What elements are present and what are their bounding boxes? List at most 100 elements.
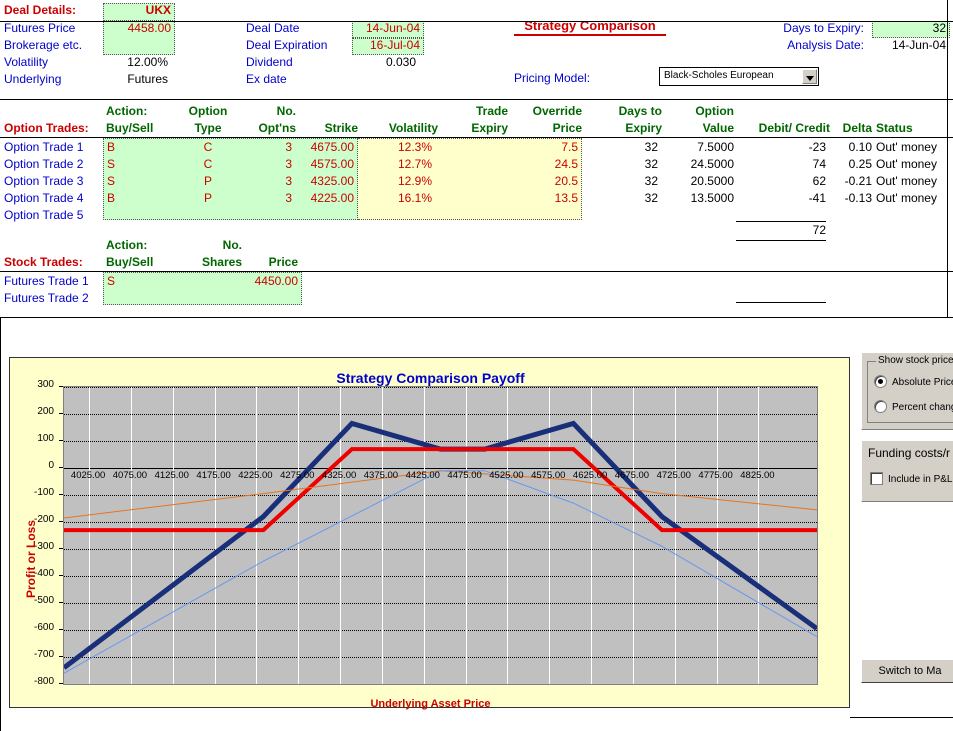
deal-date-label: Deal Date xyxy=(246,21,300,35)
payoff-chart-panel: Strategy Comparison Payoff 300 200 100 0 -10… xyxy=(9,357,850,710)
option-trade-num[interactable]: 3 xyxy=(238,139,292,156)
option-trade-type[interactable]: C xyxy=(178,156,238,173)
option-trade-action[interactable]: B xyxy=(107,139,115,156)
option-trade-label: Option Trade 5 xyxy=(4,208,84,222)
option-trade-num[interactable]: 3 xyxy=(238,190,292,207)
stock-header-shares: Shares xyxy=(201,255,242,269)
option-trade-delta: 0.10 xyxy=(848,140,872,154)
option-trade-override-price[interactable]: 20.5 xyxy=(508,173,578,190)
option-trade-type[interactable]: P xyxy=(178,173,238,190)
option-header-no: No. xyxy=(276,104,296,118)
option-trade-label: Option Trade 3 xyxy=(4,174,84,188)
stock-header-price: Price xyxy=(268,255,298,269)
option-trade-status: Out' money xyxy=(876,191,937,205)
option-trade-debit-credit: 62 xyxy=(812,174,826,188)
radio-absolute-price-label: Absolute Price xyxy=(892,377,953,388)
option-header-strike: Strike xyxy=(324,121,358,135)
option-trade-strike[interactable]: 4225.00 xyxy=(292,190,354,207)
chart-y-tick-mark xyxy=(59,629,63,630)
option-trade-strike[interactable]: 4325.00 xyxy=(292,173,354,190)
option-total-debit-credit: 72 xyxy=(812,223,826,237)
option-header-days-expiry: Expiry xyxy=(625,121,662,135)
chart-y-tick-label: 200 xyxy=(37,406,54,417)
days-to-expiry-value: 32 xyxy=(932,21,946,35)
include-in-pl-checkbox[interactable] xyxy=(870,472,883,485)
option-header-optns: Opt'ns xyxy=(258,121,296,135)
underlying-label: Underlying xyxy=(4,72,62,86)
option-trade-delta: -0.13 xyxy=(844,191,872,205)
option-header-days-to: Days to xyxy=(618,104,662,118)
chart-y-tick-mark xyxy=(59,440,63,441)
chart-y-tick-mark xyxy=(59,575,63,576)
option-header-delta: Delta xyxy=(842,121,872,135)
chart-y-tick-label: 0 xyxy=(48,460,54,471)
option-header-value: Value xyxy=(702,121,734,135)
option-header-status: Status xyxy=(876,121,913,135)
dividend-label: Dividend xyxy=(246,55,293,69)
option-trade-type[interactable]: C xyxy=(178,139,238,156)
stock-total-rule xyxy=(736,302,826,303)
chart-y-tick-mark xyxy=(59,467,63,468)
radio-absolute-price[interactable] xyxy=(874,375,887,388)
option-trade-action[interactable]: S xyxy=(107,173,115,190)
stock-trade-action[interactable]: S xyxy=(107,273,115,290)
option-header-option-2: Option xyxy=(695,104,734,118)
chart-y-tick-label: 300 xyxy=(37,379,54,390)
option-trade-override-price[interactable]: 13.5 xyxy=(508,190,578,207)
radio-percent-change-label: Percent change xyxy=(892,402,953,413)
futures-price-label: Futures Price xyxy=(4,21,76,35)
option-trade-num[interactable]: 3 xyxy=(238,173,292,190)
option-trade-volatility[interactable]: 12.9% xyxy=(362,173,432,190)
option-trade-days-to-expiry: 32 xyxy=(644,191,658,205)
option-trade-delta: 0.25 xyxy=(848,157,872,171)
option-header-volatility: Volatility xyxy=(388,121,438,135)
pricing-model-value: Black-Scholes European xyxy=(664,70,774,81)
option-trade-debit-credit: 74 xyxy=(812,157,826,171)
pricing-model-dropdown[interactable]: Black-Scholes European xyxy=(659,67,819,86)
analysis-date-label: Analysis Date: xyxy=(787,38,864,52)
option-trade-label: Option Trade 4 xyxy=(4,191,84,205)
option-trade-volatility[interactable]: 12.7% xyxy=(362,156,432,173)
divider-left-edge xyxy=(0,317,1,731)
option-trade-value: 20.5000 xyxy=(690,174,734,188)
option-trades-title: Option Trades: xyxy=(4,121,89,135)
option-header-trade-expiry: Expiry xyxy=(471,121,508,135)
underlying-value: Futures xyxy=(127,72,168,86)
option-trade-value: 7.5000 xyxy=(697,140,734,154)
option-trade-type[interactable]: P xyxy=(178,190,238,207)
option-trade-strike[interactable]: 4675.00 xyxy=(292,139,354,156)
chart-x-tick-label: 4825.00 xyxy=(740,470,775,481)
chart-y-tick-mark xyxy=(59,602,63,603)
days-to-expiry-label: Days to Expiry: xyxy=(783,21,864,35)
switch-to-main-button[interactable]: Switch to Ma xyxy=(861,659,953,683)
brokerage-label: Brokerage etc. xyxy=(4,38,83,52)
chart-series-line xyxy=(64,447,817,533)
option-trade-label: Option Trade 1 xyxy=(4,140,84,154)
option-trade-volatility[interactable]: 12.3% xyxy=(362,139,432,156)
option-header-override: Override xyxy=(532,104,582,118)
option-header-action: Action: xyxy=(106,104,148,118)
option-header-type: Type xyxy=(194,121,222,135)
chart-title: Strategy Comparison Payoff xyxy=(336,370,525,386)
radio-percent-change[interactable] xyxy=(874,400,887,413)
option-trade-action[interactable]: S xyxy=(107,156,115,173)
option-trade-value: 24.5000 xyxy=(690,157,734,171)
spreadsheet-application: Deal Details: UKX Futures Price 4458.00 … xyxy=(0,0,953,731)
chart-y-tick-mark xyxy=(59,521,63,522)
underlying-code-value: UKX xyxy=(145,3,171,17)
option-header-override-price: Price xyxy=(552,121,582,135)
chart-plot-area xyxy=(63,386,818,685)
option-trade-override-price[interactable]: 24.5 xyxy=(508,156,578,173)
chart-y-tick-mark xyxy=(59,413,63,414)
option-trade-num[interactable]: 3 xyxy=(238,156,292,173)
chevron-down-icon[interactable] xyxy=(802,69,817,84)
divider-header-bottom xyxy=(0,99,953,100)
option-header-debit-credit: Debit/ Credit xyxy=(758,121,830,135)
divider-bottom-section xyxy=(0,317,953,318)
option-trade-action[interactable]: B xyxy=(107,190,115,207)
option-trade-strike[interactable]: 4575.00 xyxy=(292,156,354,173)
pricing-model-label: Pricing Model: xyxy=(514,71,591,85)
option-trade-volatility[interactable]: 16.1% xyxy=(362,190,432,207)
option-trade-override-price[interactable]: 7.5 xyxy=(508,139,578,156)
stock-trade-price[interactable]: 4450.00 xyxy=(238,273,298,290)
